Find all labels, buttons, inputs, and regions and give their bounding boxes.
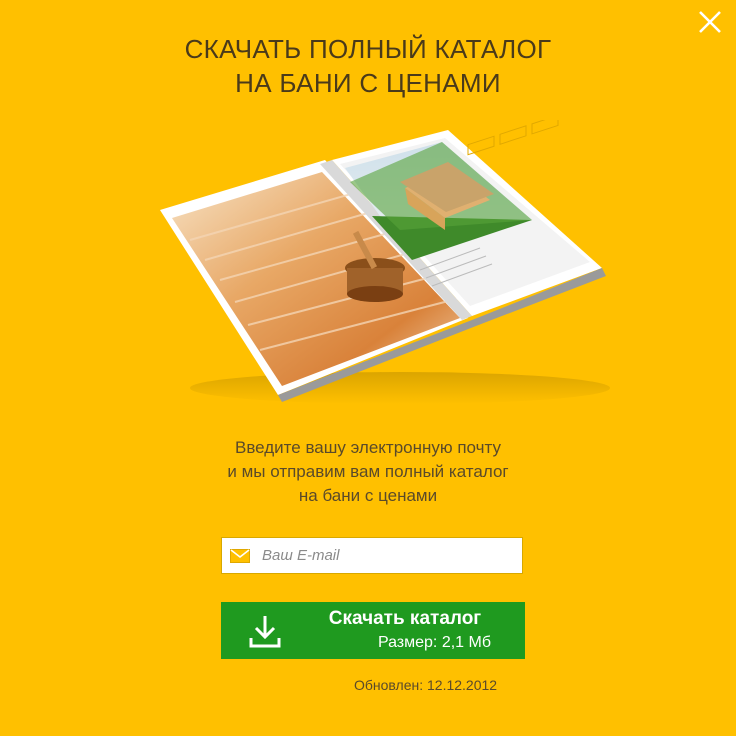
email-field [221,537,523,574]
open-catalog-illustration [160,114,610,404]
email-input[interactable] [258,539,522,572]
catalog-download-modal: СКАЧАТЬ ПОЛНЫЙ КАТАЛОГ НА БАНИ С ЦЕНАМИ [0,0,736,736]
download-catalog-button[interactable]: Скачать каталог Размер: 2,1 Мб [221,602,525,659]
description-line-2: и мы отправим вам полный каталог [227,462,509,481]
description-line-3: на бани с ценами [298,486,438,505]
download-button-label: Скачать каталог [328,608,482,629]
file-size-label: Размер: 2,1 Мб [377,634,491,651]
description-line-1: Введите вашу электронную почту [235,438,501,457]
title-line-2: НА БАНИ С ЦЕНАМИ [235,68,501,98]
modal-description: Введите вашу электронную почту и мы отпр… [0,436,736,508]
title-line-1: СКАЧАТЬ ПОЛНЫЙ КАТАЛОГ [184,34,552,64]
modal-title: СКАЧАТЬ ПОЛНЫЙ КАТАЛОГ НА БАНИ С ЦЕНАМИ [0,32,736,100]
envelope-icon [222,537,258,574]
catalog-image [150,114,610,410]
updated-date: Обновлен: 12.12.2012 [354,677,498,693]
